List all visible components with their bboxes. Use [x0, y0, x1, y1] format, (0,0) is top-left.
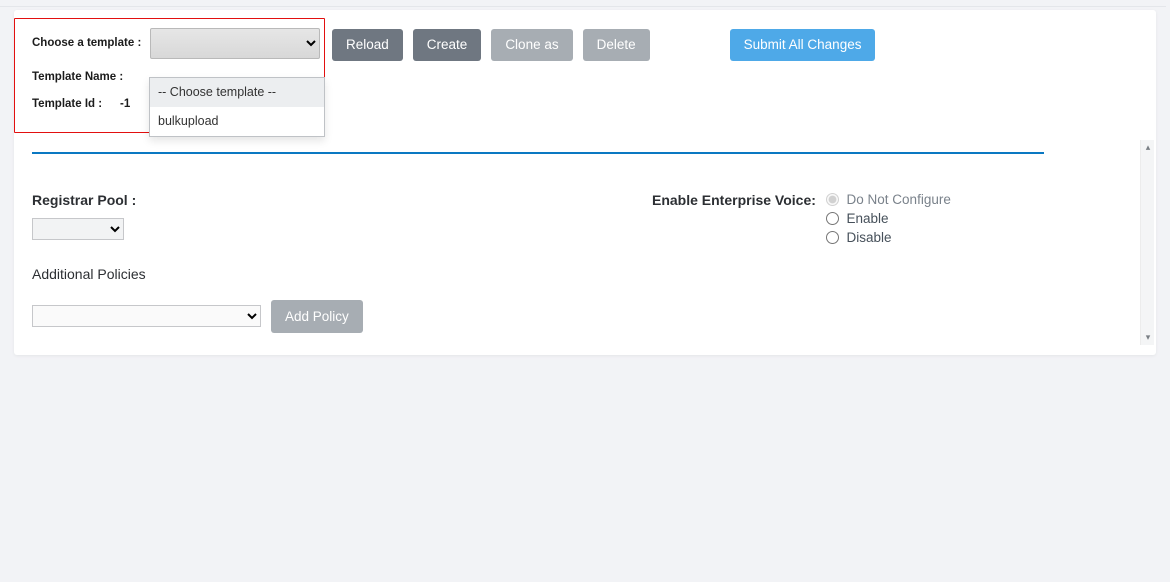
scroll-down-arrow[interactable]: ▾: [1141, 331, 1155, 345]
form-right-column: Enable Enterprise Voice: Do Not Configur…: [652, 192, 1138, 333]
tab-underline: [32, 152, 1044, 154]
template-id-label: Template Id :: [32, 96, 150, 113]
create-button[interactable]: Create: [413, 29, 482, 61]
registrar-pool-label: Registrar Pool :: [32, 192, 592, 208]
additional-policies-label: Additional Policies: [32, 266, 592, 282]
ev-radio-disable[interactable]: [826, 231, 839, 244]
vertical-scrollbar[interactable]: ▴ ▾: [1140, 140, 1154, 345]
reload-button[interactable]: Reload: [332, 29, 403, 61]
ev-radio-disable-label: Disable: [847, 230, 892, 245]
registrar-pool-select[interactable]: [32, 218, 124, 240]
ev-radio-enable-label: Enable: [847, 211, 889, 226]
add-policy-button[interactable]: Add Policy: [271, 300, 363, 333]
dropdown-option-placeholder[interactable]: -- Choose template --: [150, 78, 324, 107]
choose-template-select[interactable]: [150, 28, 320, 59]
additional-policy-select[interactable]: [32, 305, 261, 327]
main-card: Choose a template : Template Name : Temp…: [14, 10, 1156, 355]
choose-template-label: Choose a template :: [32, 35, 150, 52]
enterprise-voice-group: Do Not Configure Enable Disable: [826, 192, 951, 249]
buttons-row: Reload Create Clone as Delete Submit All…: [332, 28, 875, 61]
dropdown-option-bulkupload[interactable]: bulkupload: [150, 107, 324, 136]
scroll-up-arrow[interactable]: ▴: [1141, 140, 1155, 154]
form-left-column: Registrar Pool : Additional Policies Add…: [32, 192, 592, 333]
template-name-label: Template Name :: [32, 69, 150, 86]
ev-radio-do-not-configure-label: Do Not Configure: [847, 192, 951, 207]
template-block: Choose a template : Template Name : Temp…: [32, 28, 322, 124]
toolbar-row: Choose a template : Template Name : Temp…: [32, 28, 1138, 124]
enterprise-voice-label: Enable Enterprise Voice:: [652, 192, 816, 208]
ev-radio-enable[interactable]: [826, 212, 839, 225]
clone-as-button[interactable]: Clone as: [491, 29, 572, 61]
submit-all-button[interactable]: Submit All Changes: [730, 29, 876, 61]
template-dropdown-list[interactable]: -- Choose template -- bulkupload: [149, 77, 325, 137]
form-area: Registrar Pool : Additional Policies Add…: [32, 192, 1138, 333]
delete-button[interactable]: Delete: [583, 29, 650, 61]
template-id-value: -1: [120, 96, 130, 113]
ev-radio-do-not-configure[interactable]: [826, 193, 839, 206]
